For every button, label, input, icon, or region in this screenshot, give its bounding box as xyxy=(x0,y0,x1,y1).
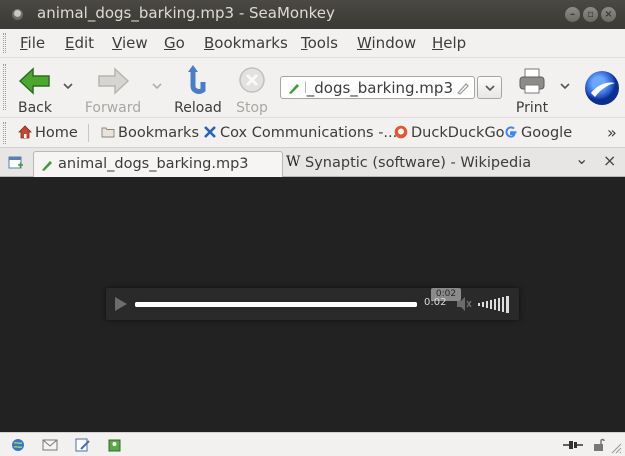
tab-label: Synaptic (software) - Wikipedia xyxy=(305,155,532,171)
bookmark-cox[interactable]: Cox Communications -... xyxy=(203,125,397,141)
menu-go[interactable]: Go xyxy=(164,34,185,52)
reload-icon xyxy=(188,65,206,94)
navbar-grip[interactable] xyxy=(3,64,6,110)
bookmarks-overflow-button[interactable]: » xyxy=(607,123,617,142)
url-history-dropdown[interactable] xyxy=(477,76,502,99)
volume-slider[interactable] xyxy=(478,294,512,314)
bookmark-google[interactable]: Google xyxy=(504,125,572,141)
chevron-down-icon xyxy=(485,85,495,92)
navigator-icon[interactable] xyxy=(11,438,25,452)
stop-icon xyxy=(239,67,265,93)
home-icon xyxy=(18,125,32,139)
online-status-icon[interactable] xyxy=(562,438,584,452)
printer-icon xyxy=(519,68,545,94)
menu-bookmarks[interactable]: Bookmarks xyxy=(204,34,288,52)
tab-audio-file[interactable]: animal_dogs_barking.mp3 xyxy=(33,151,283,178)
back-button[interactable]: Back xyxy=(14,64,56,116)
composer-icon[interactable] xyxy=(75,438,91,452)
back-label: Back xyxy=(18,100,52,116)
status-bar xyxy=(0,432,625,456)
speaker-icon[interactable] xyxy=(455,295,473,313)
audio-player: 0:02 0:02 xyxy=(106,288,519,320)
seek-progress xyxy=(135,302,417,307)
url-bar[interactable]: animal_dogs_barking.mp3 xyxy=(280,76,475,99)
menubar-grip[interactable] xyxy=(3,33,6,53)
print-label: Print xyxy=(515,100,549,116)
toolbar-separator xyxy=(88,124,89,142)
forward-arrow-icon xyxy=(98,67,130,95)
bookmark-duckduckgo[interactable]: DuckDuckGo xyxy=(394,125,505,141)
audio-file-icon xyxy=(289,84,299,94)
mail-icon[interactable] xyxy=(42,438,58,452)
reload-label: Reload xyxy=(174,100,222,116)
current-time: 0:02 xyxy=(424,297,447,308)
close-window-button[interactable]: × xyxy=(601,7,616,22)
stop-label: Stop xyxy=(236,100,268,116)
play-icon[interactable] xyxy=(114,296,128,312)
bookmark-page-icon[interactable] xyxy=(456,81,469,95)
tab-bar: animal_dogs_barking.mp3 W Synaptic (soft… xyxy=(0,147,625,178)
cox-icon xyxy=(204,126,216,138)
address-book-icon[interactable] xyxy=(107,438,123,452)
print-button[interactable]: Print xyxy=(511,64,553,116)
maximize-button[interactable]: ▫ xyxy=(583,7,598,22)
seek-bar[interactable]: 0:02 xyxy=(135,288,461,307)
menu-file[interactable]: File xyxy=(20,34,45,52)
personal-toolbar-grip[interactable] xyxy=(3,122,6,144)
tab-wikipedia[interactable]: W Synaptic (software) - Wikipedia xyxy=(284,151,554,178)
reload-button[interactable]: Reload xyxy=(172,64,224,116)
content-area: 0:02 0:02 xyxy=(0,177,625,432)
tab-label: animal_dogs_barking.mp3 xyxy=(58,156,249,172)
duckduckgo-icon xyxy=(394,125,408,139)
navigation-toolbar: Back Forward Reload Stop animal_dogs_bar… xyxy=(0,57,625,117)
forward-history-dropdown-icon[interactable] xyxy=(151,80,163,92)
google-icon xyxy=(505,126,517,138)
menu-help[interactable]: Help xyxy=(432,34,466,52)
url-input[interactable]: animal_dogs_barking.mp3 xyxy=(305,79,453,97)
bookmark-home[interactable]: Home xyxy=(18,125,78,141)
stop-button[interactable]: Stop xyxy=(232,64,272,116)
forward-label: Forward xyxy=(84,100,142,116)
unlocked-padlock-icon[interactable] xyxy=(592,438,606,452)
seamonkey-throbber-icon[interactable] xyxy=(585,71,619,105)
back-arrow-icon xyxy=(18,67,50,95)
back-history-dropdown-icon[interactable] xyxy=(62,80,74,92)
minimize-button[interactable]: – xyxy=(565,7,580,22)
new-tab-icon[interactable] xyxy=(8,155,24,171)
print-options-dropdown-icon[interactable] xyxy=(559,80,571,92)
bookmarks-folder[interactable]: Bookmarks xyxy=(101,125,199,141)
menu-view[interactable]: View xyxy=(112,34,148,52)
resize-grip-icon[interactable] xyxy=(610,442,622,454)
menu-edit[interactable]: Edit xyxy=(65,34,94,52)
menu-bar: File Edit View Go Bookmarks Tools Window… xyxy=(0,29,625,57)
personal-toolbar: Home Bookmarks Cox Communications -... D… xyxy=(0,117,625,147)
folder-icon xyxy=(101,127,115,138)
title-bar: animal_dogs_barking.mp3 - SeaMonkey – ▫ … xyxy=(0,0,625,29)
forward-button[interactable]: Forward xyxy=(80,64,146,116)
window-title: animal_dogs_barking.mp3 - SeaMonkey xyxy=(37,4,335,22)
menu-window[interactable]: Window xyxy=(357,34,416,52)
seamonkey-logo-icon xyxy=(591,82,615,97)
wikipedia-icon: W xyxy=(286,154,301,170)
close-tab-button[interactable]: × xyxy=(603,151,616,170)
menu-tools[interactable]: Tools xyxy=(301,34,338,52)
window-menu-icon[interactable] xyxy=(12,9,23,20)
audio-file-icon xyxy=(42,161,52,171)
tab-list-button[interactable]: ⌄ xyxy=(575,149,588,168)
